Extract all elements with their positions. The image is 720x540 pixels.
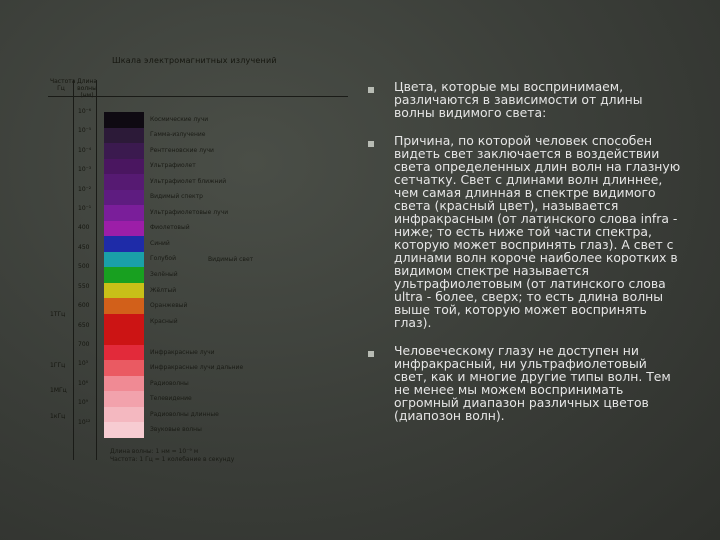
spectrum-band (104, 127, 144, 144)
wavelength-label: 400 (78, 224, 90, 232)
band-label: Инфракрасные лучи (150, 348, 215, 356)
band-label: Видимый спектр (150, 193, 203, 201)
spectrum-band (104, 189, 144, 206)
band-label: Зелёный (150, 271, 178, 278)
frequency-label: 1кГц (50, 412, 66, 420)
spectrum-band (104, 298, 144, 315)
spectrum-band (104, 174, 144, 191)
wavelength-label: 10⁻³ (78, 166, 92, 174)
band-label: Ультрафиолетовые лучи (150, 208, 229, 216)
bullet-marker-icon (368, 141, 374, 147)
spectrum-band (104, 158, 144, 175)
wavelength-label: 10⁻² (78, 185, 92, 193)
spectrum-band (104, 406, 144, 423)
band-label: Гамма-излучение (150, 131, 206, 139)
frequency-label: 1ТГц (50, 311, 66, 319)
spectrum-band (104, 344, 144, 361)
wavelength-label: 500 (78, 263, 90, 271)
spectrum-band (104, 112, 144, 129)
band-label: Рентгеновские лучи (150, 146, 214, 154)
figure-title: Шкала электромагнитных излучений (112, 56, 277, 65)
column-divider (73, 80, 74, 460)
band-label: Синий (150, 239, 170, 247)
band-label: Ультрафиолет ближний (150, 177, 227, 185)
visible-light-note: Видимый свет (208, 256, 254, 263)
bullet-marker-icon (368, 87, 374, 93)
wavelength-label: 10³ (78, 360, 89, 368)
band-label: Телевидение (150, 395, 192, 403)
wavelength-label: 10⁻¹ (78, 205, 92, 213)
spectrum-band (104, 236, 144, 253)
band-label: Ультрафиолет (150, 162, 196, 170)
frequency-column-header: Частота Гц (50, 78, 76, 92)
spectrum-figure: Шкала электромагнитных излучений Частота… (48, 50, 348, 480)
wavelength-label: 450 (78, 243, 90, 251)
bullet-text: Причина, по которой человек способен вид… (394, 133, 681, 330)
frequency-label: 1ГГц (50, 361, 66, 369)
spectrum-band (104, 313, 144, 330)
band-label: Радиоволны (150, 379, 189, 387)
column-divider (96, 80, 97, 460)
spectrum-band (104, 267, 144, 284)
wavelength-label: 700 (78, 340, 90, 348)
band-label: Красный (150, 317, 178, 325)
band-label: Оранжевый (150, 302, 188, 310)
band-label: Жёлтый (150, 286, 177, 294)
figure-footnote: Длина волны: 1 нм = 10⁻⁹ м Частота: 1 Гц… (110, 448, 235, 463)
band-label: Звуковые волны (150, 426, 202, 434)
spectrum-band (104, 391, 144, 408)
spectrum-band (104, 375, 144, 392)
spectrum-band (104, 422, 144, 439)
wavelength-label: 10⁻⁴ (78, 146, 92, 154)
bullet-item: Причина, по которой человек способен вид… (368, 134, 683, 329)
wavelength-label: 600 (78, 302, 90, 310)
bullet-marker-icon (368, 351, 374, 357)
spectrum-band (104, 282, 144, 299)
wavelength-label: 550 (78, 282, 90, 290)
header-rule (48, 96, 348, 97)
wavelength-label: 10¹² (78, 418, 91, 426)
bullet-item: Цвета, которые мы воспринимаем, различаю… (368, 80, 683, 119)
wavelength-label: 10⁶ (78, 379, 89, 387)
spectrum-bar (104, 112, 144, 439)
bullet-text: Цвета, которые мы воспринимаем, различаю… (394, 79, 643, 120)
band-label: Радиоволны длинные (150, 410, 219, 418)
spectrum-band (104, 329, 144, 346)
band-label: Фиолетовый (150, 224, 190, 232)
spectrum-band (104, 143, 144, 160)
frequency-label: 1МГц (50, 387, 67, 395)
spectrum-band (104, 251, 144, 268)
wavelength-label: 10⁹ (78, 399, 89, 407)
band-label: Космические лучи (150, 115, 209, 123)
wavelength-label: 10⁻⁶ (78, 108, 92, 115)
band-label: Инфракрасные лучи дальние (150, 364, 244, 372)
band-label: Голубой (150, 255, 176, 263)
bullet-list: Цвета, которые мы воспринимаем, различаю… (368, 80, 683, 422)
bullet-text: Человеческому глазу не доступен ни инфра… (394, 343, 671, 423)
bullet-item: Человеческому глазу не доступен ни инфра… (368, 344, 683, 422)
wavelength-label: 650 (78, 321, 90, 329)
wavelength-label: 10⁻⁵ (78, 127, 92, 135)
spectrum-band (104, 205, 144, 222)
spectrum-band (104, 220, 144, 237)
spectrum-band (104, 360, 144, 377)
